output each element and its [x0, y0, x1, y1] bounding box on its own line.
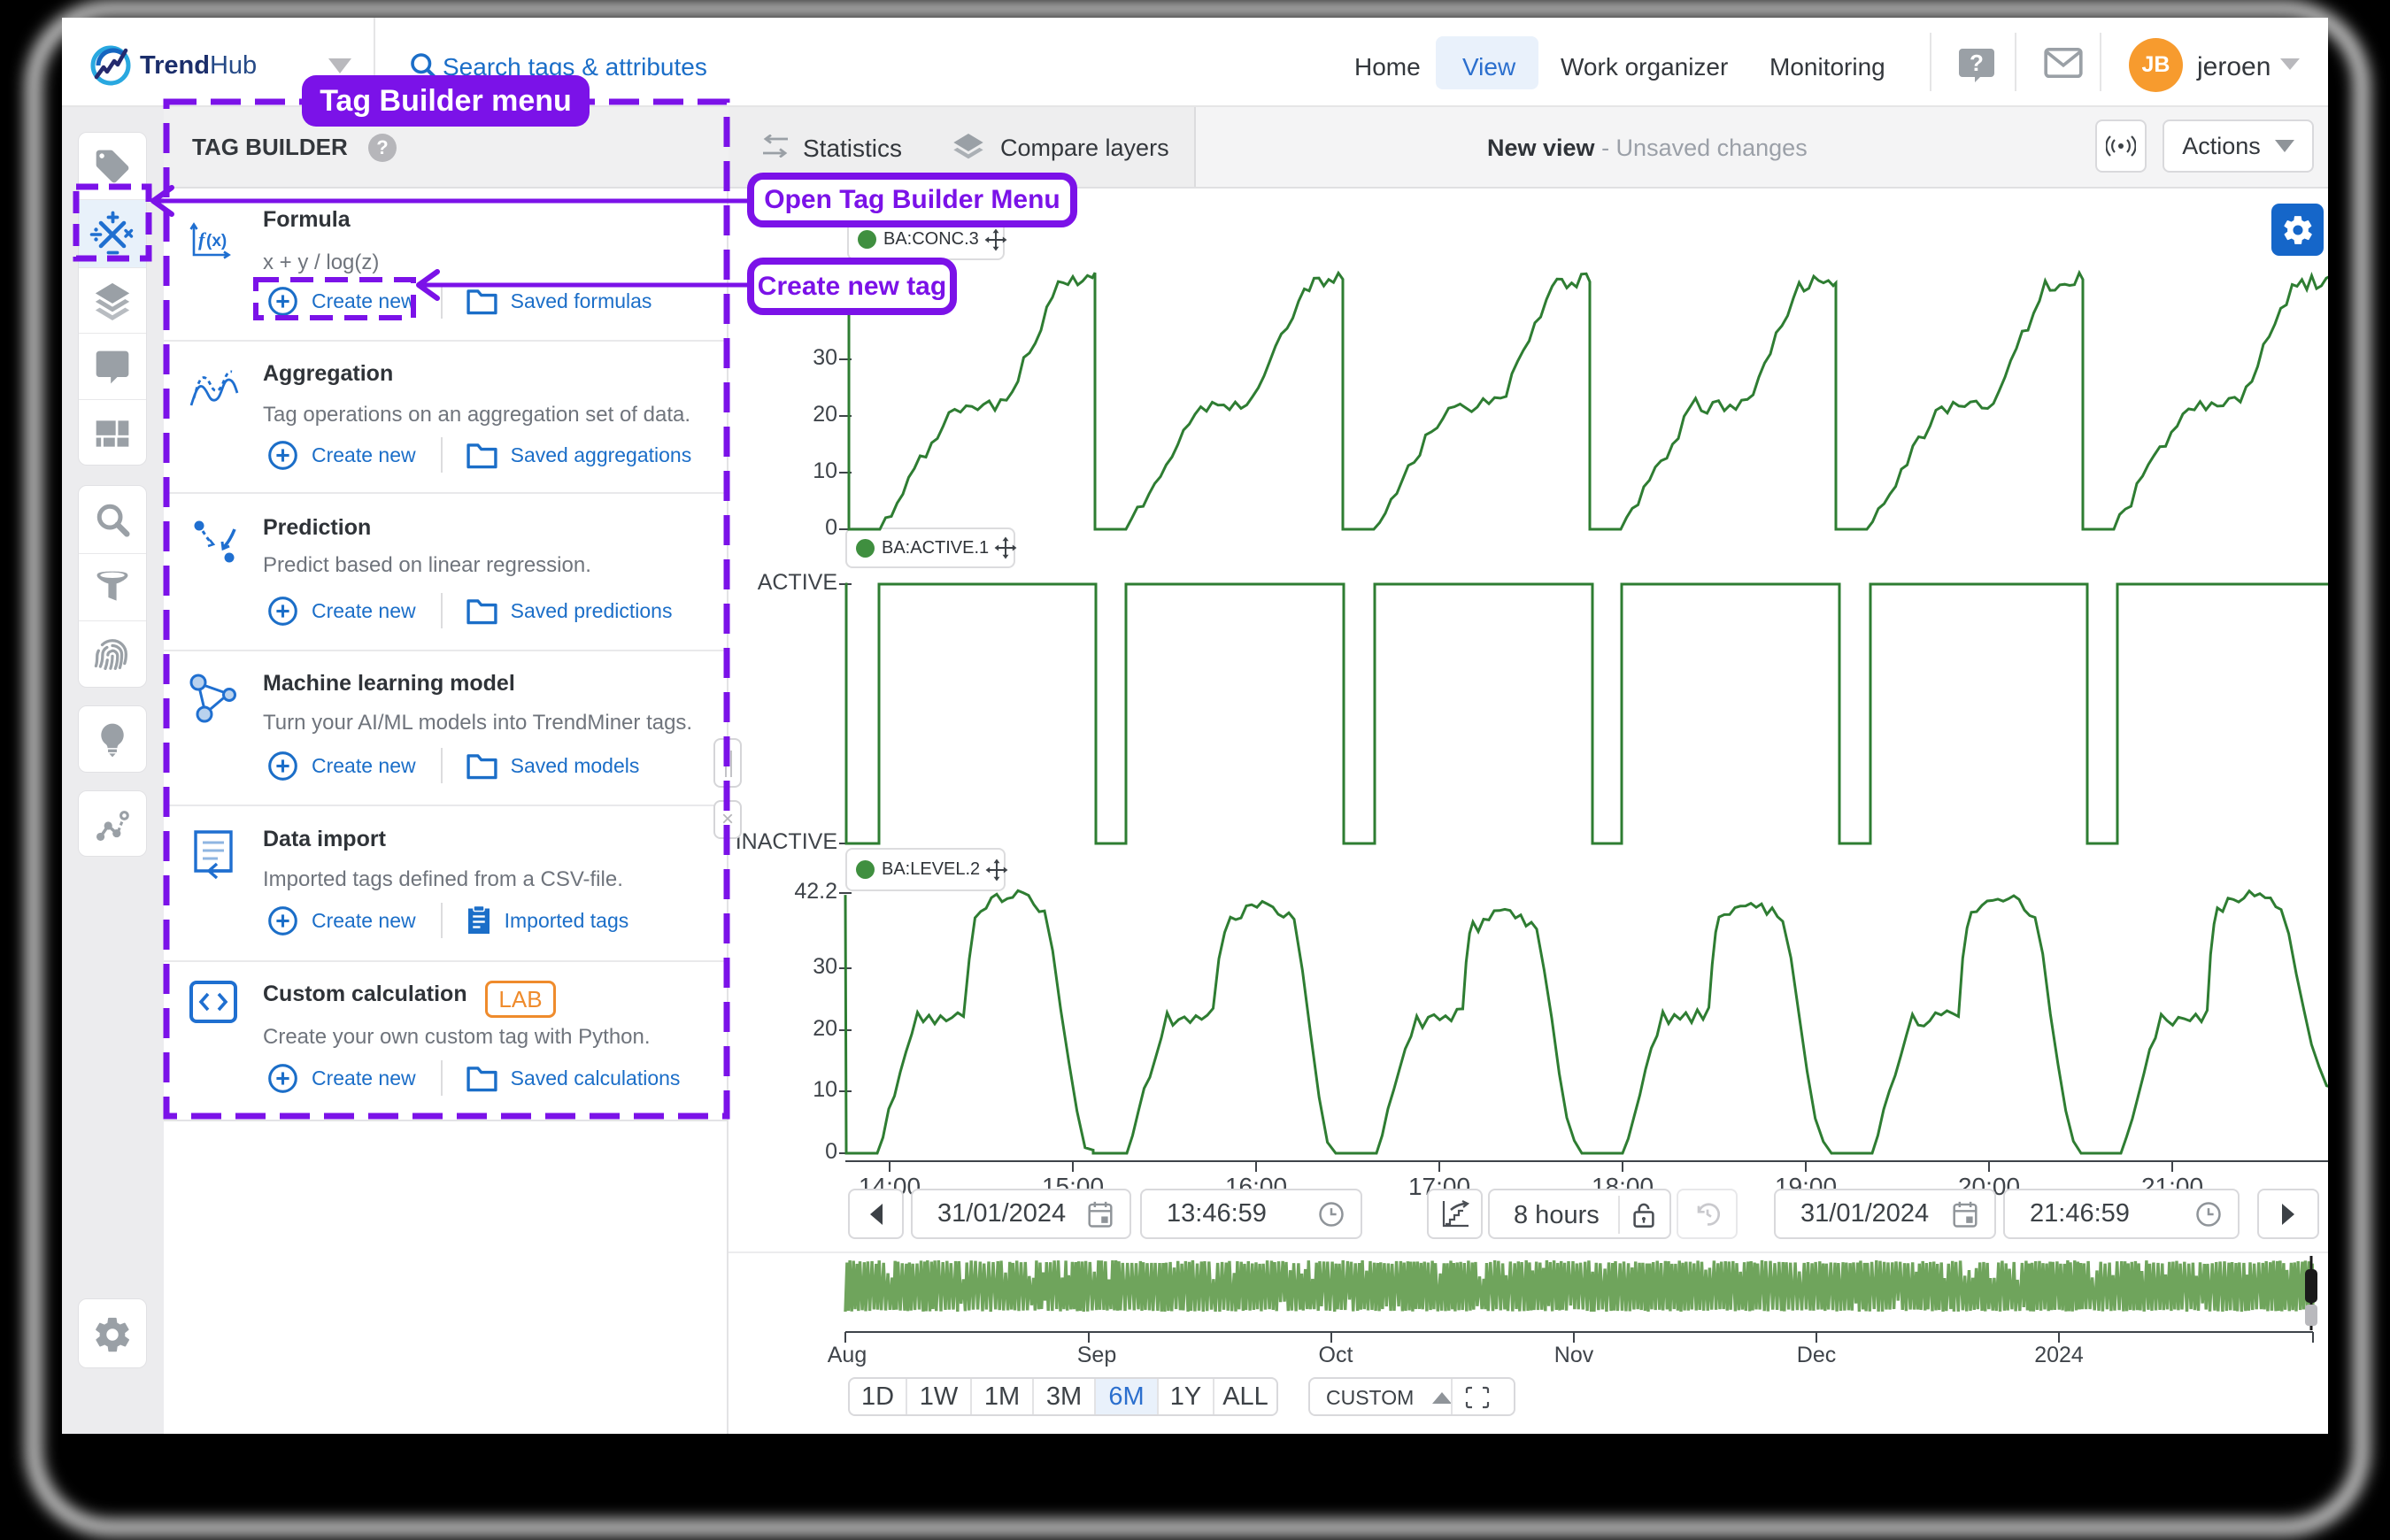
- svg-text:(x): (x): [206, 232, 227, 250]
- svg-text:?: ?: [1970, 50, 1984, 76]
